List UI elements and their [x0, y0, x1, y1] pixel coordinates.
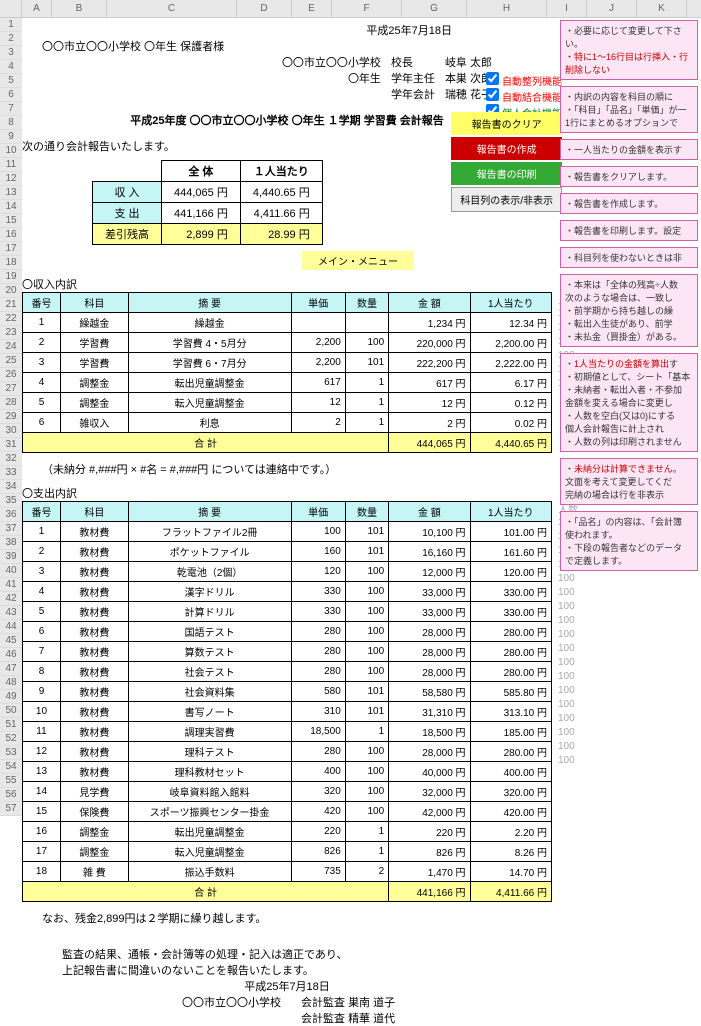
table-row: 3学習費学習費 6・7月分2,200101222,200 円2,222.00 円 — [23, 353, 552, 373]
school-name: 〇〇市立〇〇小学校 — [282, 54, 381, 70]
table-row: 9教材費社会資料集58010158,580 円585.80 円 — [23, 682, 552, 702]
income-table: 番号科目摘 要単価数量金 額1人当たり1繰越金繰越金1,234 円12.34 円… — [22, 292, 552, 453]
table-row: 15保険費スポーツ振興センター掛金42010042,000 円420.00 円 — [23, 802, 552, 822]
table-row: 17調整金転入児童調整金8261826 円8.26 円 — [23, 842, 552, 862]
table-row: 2学習費学習費 4・5月分2,200100220,000 円2,200.00 円 — [23, 333, 552, 353]
chk-auto-combine — [486, 88, 499, 101]
income-section-title: 〇収入内訳 — [22, 276, 552, 292]
btn-toggle-subject[interactable]: 科目列の表示/非表示 — [451, 187, 562, 212]
table-row: 14見学費岐阜資料館入館料32010032,000 円320.00 円 — [23, 782, 552, 802]
grade: 〇年生 — [282, 70, 381, 86]
carryover-note: なお、残金2,899円は２学期に繰り越します。 — [42, 910, 532, 926]
table-row: 4調整金転出児童調整金6171617 円6.17 円 — [23, 373, 552, 393]
table-row: 16調整金転出児童調整金2201220 円2.20 円 — [23, 822, 552, 842]
table-row: 18雑 費振込手数料73521,470 円14.70 円 — [23, 862, 552, 882]
table-row: 5教材費計算ドリル33010033,000 円330.00 円 — [23, 602, 552, 622]
summary-table: 全 体１人当たり 収 入444,065 円4,440.65 円 支 出441,1… — [92, 160, 323, 245]
table-row: 11教材費調理実習費18,500118,500 円185.00 円 — [23, 722, 552, 742]
report-date: 平成25年7月18日 — [22, 22, 552, 38]
expense-table: 番号科目摘 要単価数量金 額1人当たり1教材費フラットファイル2冊1001011… — [22, 501, 552, 902]
table-row: 1繰越金繰越金1,234 円12.34 円 — [23, 313, 552, 333]
table-row: 6教材費国語テスト28010028,000 円280.00 円 — [23, 622, 552, 642]
table-row: 1教材費フラットファイル2冊10010110,100 円101.00 円 — [23, 522, 552, 542]
expense-section-title: 〇支出内訳 — [22, 485, 552, 501]
btn-main-menu[interactable]: メイン・メニュー — [302, 251, 414, 270]
btn-clear-report[interactable]: 報告書のクリア — [451, 112, 562, 135]
table-row: 5調整金転入児童調整金12112 円0.12 円 — [23, 393, 552, 413]
side-callouts: ・必要に応じて変更して下さい。・特に1～16行目は行挿入・行削除しない・内訳の内… — [560, 20, 698, 577]
table-row: 12教材費理科テスト28010028,000 円280.00 円 — [23, 742, 552, 762]
table-row: 10教材費書写ノート31010131,310 円313.10 円 — [23, 702, 552, 722]
table-row: 2教材費ポケットファイル16010116,160 円161.60 円 — [23, 542, 552, 562]
table-row: 3教材費乾電池（2個）12010012,000 円120.00 円 — [23, 562, 552, 582]
btn-create-report[interactable]: 報告書の作成 — [451, 137, 562, 160]
table-row: 13教材費理科教材セット40010040,000 円400.00 円 — [23, 762, 552, 782]
chk-auto-sort — [486, 72, 499, 85]
table-row: 4教材費漢字ドリル33010033,000 円330.00 円 — [23, 582, 552, 602]
addressee: 〇〇市立〇〇小学校 〇年生 保護者様 — [42, 38, 552, 54]
table-row: 7教材費算数テスト28010028,000 円280.00 円 — [23, 642, 552, 662]
table-row: 8教材費社会テスト28010028,000 円280.00 円 — [23, 662, 552, 682]
btn-print-report[interactable]: 報告書の印刷 — [451, 162, 562, 185]
pending-note: （未納分 #,###円 × #名 = #,###円 については連絡中です。） — [42, 461, 532, 477]
row-numbers: 1234567891011121314151617181920212223242… — [0, 18, 22, 816]
column-headers: A B C D E F G H I J K — [0, 0, 701, 18]
table-row: 6雑収入利息212 円0.02 円 — [23, 413, 552, 433]
